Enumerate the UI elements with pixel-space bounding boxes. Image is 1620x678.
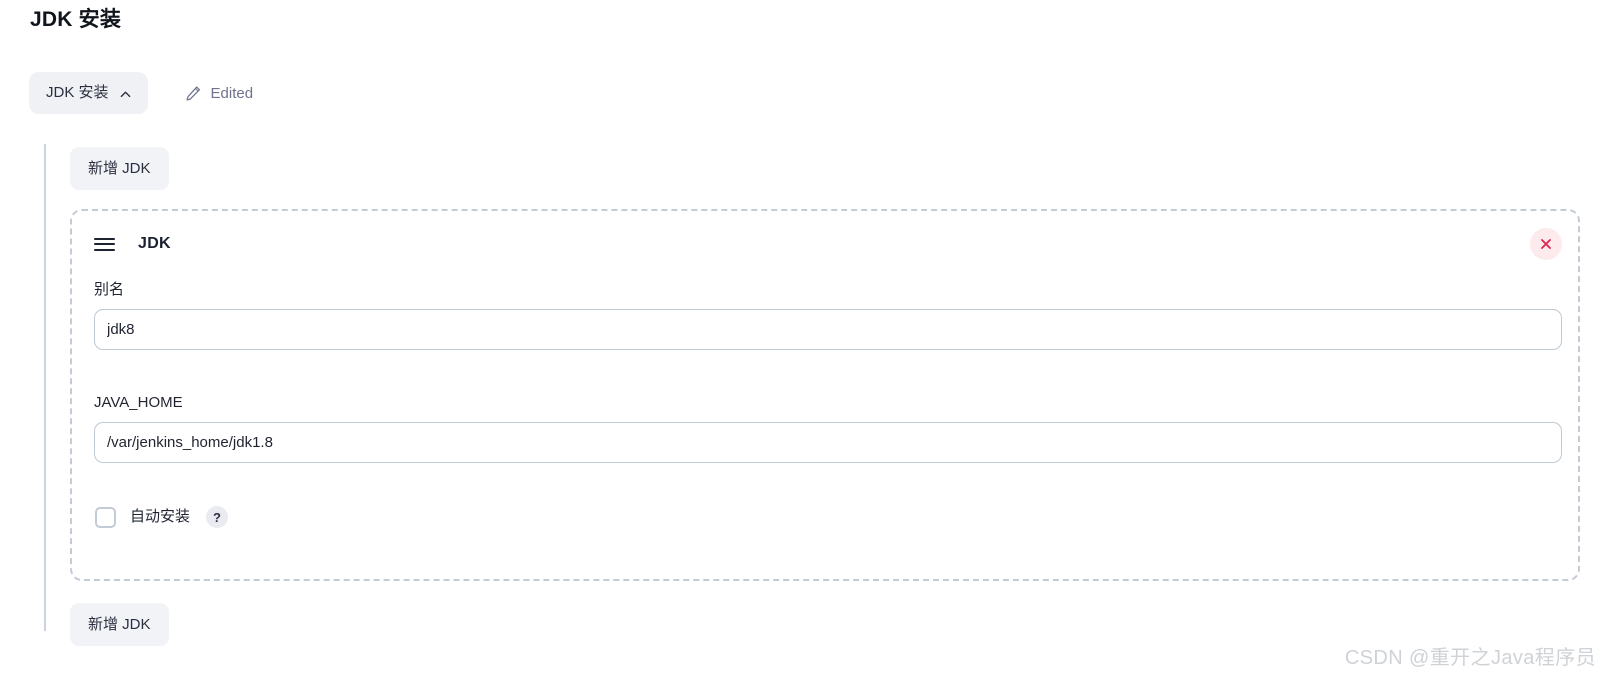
- collapse-toggle-label: JDK 安装: [46, 84, 109, 101]
- field-java-home: JAVA_HOME: [94, 393, 1562, 463]
- remove-jdk-button[interactable]: [1530, 228, 1562, 260]
- field-java-home-label: JAVA_HOME: [94, 394, 183, 411]
- section-header: JDK 安装 Edited: [29, 70, 253, 116]
- auto-install-checkbox[interactable]: [95, 506, 116, 528]
- alias-input[interactable]: [94, 309, 1562, 350]
- watermark: CSDN @重开之Java程序员: [1344, 647, 1596, 669]
- chevron-up-icon: [120, 89, 131, 100]
- page-title: JDK 安装: [30, 8, 122, 31]
- pencil-icon: [185, 85, 202, 102]
- field-alias-label: 别名: [94, 281, 125, 298]
- help-icon[interactable]: ?: [206, 506, 229, 528]
- field-alias: 别名: [94, 280, 1562, 350]
- edited-label: Edited: [210, 84, 254, 102]
- collapse-toggle-jdk-install[interactable]: JDK 安装: [29, 72, 148, 114]
- auto-install-label: 自动安装: [130, 508, 191, 525]
- edited-indicator[interactable]: Edited: [185, 84, 254, 102]
- section-guide-rail: [44, 144, 46, 631]
- jdk-entry-title: JDK: [138, 235, 171, 252]
- close-icon: [1539, 237, 1553, 251]
- java-home-input[interactable]: [94, 422, 1562, 463]
- auto-install-row: 自动安装 ?: [95, 505, 229, 529]
- jdk-entry-card: JDK 别名 JAVA_HOME 自动安装 ?: [70, 209, 1580, 581]
- add-jdk-button-top[interactable]: 新增 JDK: [70, 147, 169, 190]
- drag-handle-icon[interactable]: [94, 237, 115, 251]
- add-jdk-button-bottom[interactable]: 新增 JDK: [70, 603, 169, 646]
- jdk-entry-header: JDK: [94, 231, 171, 257]
